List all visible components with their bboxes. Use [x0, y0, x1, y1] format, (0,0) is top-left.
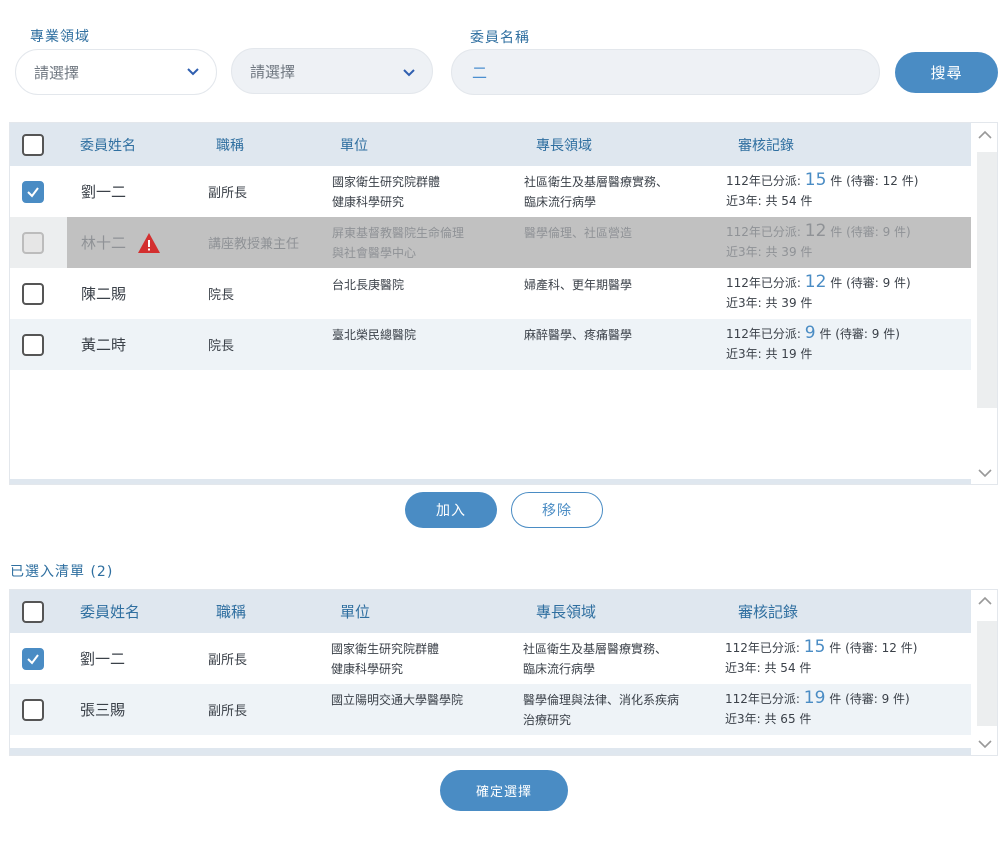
member-expertise: 社區衛生及基層醫療實務、 臨床流行病學: [524, 175, 669, 209]
member-name: 林十二: [81, 234, 127, 252]
chevron-down-icon[interactable]: [977, 466, 993, 480]
member-name: 黃二時: [81, 336, 127, 354]
member-expertise: 麻醉醫學、疼痛醫學: [524, 328, 633, 342]
chevron-up-icon[interactable]: [977, 128, 993, 142]
results-table: 委員姓名 職稱 單位 專長領域 審核記錄 劉一二 副所長 國家衛生研究院群體 健康…: [9, 122, 998, 485]
add-button[interactable]: 加入: [405, 492, 497, 528]
col-title-header: 職稱: [216, 137, 244, 154]
member-unit: 臺北榮民總醫院: [332, 328, 417, 342]
col-record-header: 審核記錄: [738, 137, 794, 154]
member-unit: 國家衛生研究院群體 健康科學研究: [332, 175, 441, 209]
member-expertise: 社區衛生及基層醫療實務、 臨床流行病學: [523, 642, 668, 676]
member-title: 講座教授兼主任: [208, 237, 300, 252]
col-name-header: 委員姓名: [80, 603, 141, 621]
results-table-header: 委員姓名 職稱 單位 專長領域 審核記錄: [10, 123, 972, 166]
specialty-label: 專業領域: [30, 29, 90, 45]
member-record: 112年已分派: 9 件 (待審: 9 件) 近3年: 共 19 件: [726, 323, 900, 361]
member-name-value: 二: [472, 63, 488, 82]
scroll-thumb[interactable]: [977, 152, 997, 408]
confirm-selection-button[interactable]: 確定選擇: [440, 770, 568, 811]
col-title-header: 職稱: [216, 603, 247, 621]
row-checkbox[interactable]: [22, 334, 44, 356]
table-row[interactable]: 黃二時 院長 臺北榮民總醫院 麻醉醫學、疼痛醫學 112年已分派: 9 件 (待…: [10, 319, 972, 370]
col-unit-header: 單位: [340, 137, 368, 154]
selected-row[interactable]: 劉一二 副所長 國家衛生研究院群體 健康科學研究 社區衛生及基層醫療實務、 臨床流行…: [10, 633, 972, 684]
warning-triangle-icon: [138, 233, 160, 253]
row-checkbox[interactable]: [22, 181, 44, 203]
check-icon: [27, 187, 39, 198]
chevron-up-icon[interactable]: [977, 594, 993, 608]
member-title: 院長: [208, 288, 235, 303]
member-name: 劉一二: [81, 183, 127, 201]
member-unit: 屏東基督教醫院生命倫理 與社會醫學中心: [332, 226, 465, 260]
selected-row[interactable]: 張三賜 副所長 國立陽明交通大學醫學院 醫學倫理與法律、消化系疾病 治療研究 11…: [10, 684, 972, 735]
member-title: 副所長: [208, 653, 248, 668]
chevron-down-icon[interactable]: [977, 737, 993, 751]
member-name: 劉一二: [80, 650, 126, 668]
member-record: 112年已分派: 15 件 (待審: 12 件) 近3年: 共 54 件: [725, 637, 918, 675]
table-footer-bar: [10, 479, 972, 484]
table-row-disabled: 林十二 講座教授兼主任 屏東基督教醫院生命倫理 與社會醫學中心 醫學倫理、社區營造…: [10, 217, 972, 268]
row-checkbox[interactable]: [22, 283, 44, 305]
member-name-input[interactable]: 二: [451, 49, 880, 95]
selected-table-header: 委員姓名 職稱 單位 專長領域 審核記錄: [10, 590, 972, 633]
member-record: 112年已分派: 19 件 (待審: 9 件) 近3年: 共 65 件: [725, 688, 910, 726]
chevron-down-icon: [187, 68, 199, 76]
member-record: 112年已分派: 12 件 (待審: 9 件) 近3年: 共 39 件: [726, 272, 911, 310]
member-name: 張三賜: [80, 701, 126, 719]
search-button[interactable]: 搜尋: [895, 52, 998, 93]
table-row[interactable]: 劉一二 副所長 國家衛生研究院群體 健康科學研究 社區衛生及基層醫療實務、 臨床流行…: [10, 166, 972, 217]
member-name: 陳二賜: [81, 285, 127, 303]
member-expertise: 婦產科、更年期醫學: [524, 278, 633, 292]
member-record: 112年已分派: 15 件 (待審: 12 件) 近3年: 共 54 件: [726, 170, 919, 208]
row-checkbox[interactable]: [22, 699, 44, 721]
member-unit: 台北長庚醫院: [332, 278, 405, 292]
check-icon: [27, 654, 39, 665]
selected-table: 委員姓名 職稱 單位 專長領域 審核記錄 劉一二 副所長 國家衛生研究院群體 健康…: [9, 589, 998, 756]
select-all-checkbox[interactable]: [22, 601, 44, 623]
col-expertise-header: 專長領域: [536, 137, 592, 154]
results-scrollbar[interactable]: [971, 123, 997, 484]
row-checkbox[interactable]: [22, 648, 44, 670]
specialty-select-1[interactable]: 請選擇: [15, 49, 217, 95]
member-title: 副所長: [208, 704, 248, 719]
col-name-header: 委員姓名: [80, 137, 136, 154]
row-checkbox-disabled: [22, 232, 44, 254]
select-2-text: 請選擇: [250, 62, 296, 81]
selected-list-heading: 已選入清單 (2): [10, 564, 114, 580]
selected-scrollbar[interactable]: [971, 590, 997, 755]
table-row[interactable]: 陳二賜 院長 台北長庚醫院 婦產科、更年期醫學 112年已分派: 12 件 (待…: [10, 268, 972, 319]
specialty-select-2[interactable]: 請選擇: [231, 48, 433, 94]
select-1-text: 請選擇: [34, 63, 80, 82]
scroll-thumb[interactable]: [977, 621, 997, 726]
col-record-header: 審核記錄: [738, 603, 799, 621]
member-unit: 國家衛生研究院群體 健康科學研究: [331, 642, 440, 676]
member-record: 112年已分派: 12 件 (待審: 9 件) 近3年: 共 39 件: [726, 221, 911, 259]
table-footer-bar: [10, 748, 972, 755]
member-title: 副所長: [208, 186, 248, 201]
member-unit: 國立陽明交通大學醫學院: [331, 693, 464, 707]
member-title: 院長: [208, 339, 235, 354]
col-unit-header: 單位: [340, 603, 371, 621]
col-expertise-header: 專長領域: [536, 603, 597, 621]
select-all-checkbox[interactable]: [22, 134, 44, 156]
chevron-down-icon: [403, 69, 415, 77]
member-name-label: 委員名稱: [470, 30, 530, 46]
remove-button[interactable]: 移除: [511, 492, 603, 528]
member-expertise: 醫學倫理、社區營造: [524, 226, 633, 240]
member-expertise: 醫學倫理與法律、消化系疾病 治療研究: [523, 693, 680, 727]
